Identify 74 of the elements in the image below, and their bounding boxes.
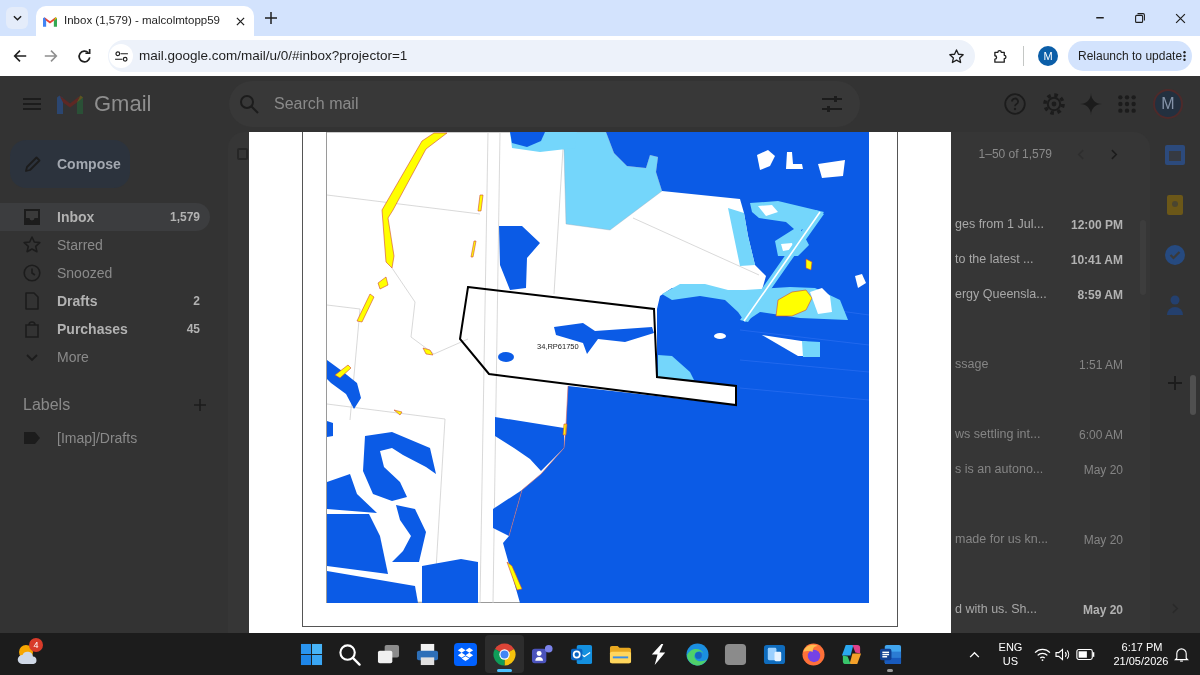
close-icon [235,16,245,26]
close-icon [1174,12,1186,24]
chevron-down-icon [12,15,22,21]
chevron-right-icon [1110,148,1118,160]
reload-icon [76,48,92,64]
volume-icon[interactable] [1054,647,1070,661]
label-item[interactable]: [Imap]/Drafts [0,424,210,452]
nav-item[interactable]: Starred [0,231,210,259]
email-row[interactable]: s is an autono... May 20 [952,452,1136,487]
check-circle-icon[interactable] [1165,245,1185,265]
plus-icon [265,12,277,24]
email-row[interactable]: to the latest ... 10:41 AM [952,242,1136,277]
star-icon [23,236,41,254]
email-row[interactable]: d with us. Sh... May 20 [952,592,1136,627]
globe-logo-icon [801,642,825,666]
compose-button[interactable]: Compose [10,140,130,188]
weather-button[interactable]: 4 [12,638,44,670]
puzzle-icon [992,48,1008,64]
bag-icon [23,320,41,338]
battery-icon[interactable] [1075,648,1095,660]
running-indicator [886,669,893,672]
task-view-icon [377,642,400,666]
email-row[interactable]: ergy Queensla... 8:59 AM [952,277,1136,312]
browser-tab[interactable]: Inbox (1,579) - malcolmtopp59 [36,6,254,36]
document-tile-icon [878,642,902,666]
tab-search-button[interactable] [6,7,28,29]
section-heading: Labels [23,395,72,415]
blank-tile-icon [724,642,748,666]
start-icon [299,642,323,666]
more-options-icon [1183,50,1186,62]
restore-icon [1135,13,1145,23]
m-logo-icon [57,94,83,114]
nav-item[interactable]: Snoozed [0,259,210,287]
site-settings-icon[interactable] [109,44,133,68]
taskbar-button[interactable] [484,635,524,673]
edge-icon [685,642,709,666]
scrollbar-thumb[interactable] [1190,375,1196,415]
url-text: mail.google.com/mail/u/0/#inbox?projector=1 [139,46,408,65]
search-icon [338,642,362,666]
pagination-text: 1–50 of 1,579 [978,146,1052,163]
profile-avatar[interactable]: M [1038,46,1058,66]
email-row[interactable]: ssage 1:51 AM [952,347,1136,382]
chevron-up-icon [969,650,980,658]
email-row[interactable]: ws settling int... 6:00 AM [952,417,1136,452]
email-row[interactable]: made for us kn... May 20 [952,522,1136,557]
back-arrow-icon [12,48,28,64]
devices-tile-icon [762,642,786,666]
minimize-icon [1095,17,1105,19]
app-name: Gmail [94,93,152,115]
nav-item[interactable]: Drafts 2 [0,287,210,315]
pencil-icon [24,155,42,173]
mail-logo-icon [43,15,57,27]
forward-arrow-icon [43,48,59,64]
input-language-button[interactable]: ENG US [994,640,1027,668]
notification-badge: 4 [29,638,43,652]
wifi-icon[interactable] [1033,647,1051,661]
email-row[interactable]: ges from 1 Jul... 12:00 PM [952,207,1136,242]
notification-bell-icon[interactable] [1173,646,1189,662]
relaunch-button[interactable]: Relaunch to update [1068,41,1192,71]
clock-button[interactable]: 6:17 PM 21/05/2026 [1104,640,1169,668]
printer-icon [415,642,439,666]
nav-item[interactable]: Purchases 45 [0,315,210,343]
nav-item[interactable]: More [0,343,210,371]
dropbox-icon [454,642,478,666]
inbox-icon [23,208,41,226]
nav-item[interactable]: Inbox 1,579 [0,203,210,231]
star-icon [948,48,964,64]
mail-tile-icon [569,642,593,666]
chrome-icon [492,642,516,666]
account-avatar[interactable]: M [1153,89,1183,119]
ribbon-logo-icon [840,642,864,666]
people-tile-icon [531,642,555,666]
address-bar[interactable]: mail.google.com/mail/u/0/#inbox?projector=1 [108,40,975,72]
active-indicator [496,669,512,672]
